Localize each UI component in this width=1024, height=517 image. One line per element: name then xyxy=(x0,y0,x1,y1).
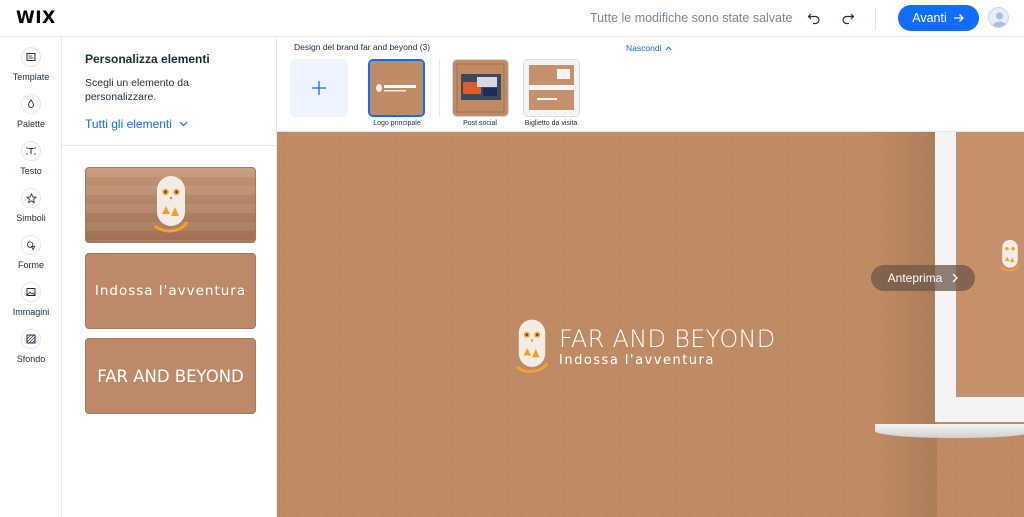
next-button[interactable]: Avanti xyxy=(898,5,979,31)
rail-item-images[interactable]: Immagini xyxy=(0,282,62,326)
rail-item-shapes[interactable]: Forme xyxy=(0,235,62,279)
plus-icon xyxy=(312,81,326,95)
panel-title: Personalizza elementi xyxy=(85,52,210,66)
element-card-logo[interactable] xyxy=(85,167,256,243)
owl-logo-icon xyxy=(516,319,549,373)
chevron-right-icon xyxy=(952,273,959,283)
rail-item-template[interactable]: Template xyxy=(0,47,62,91)
top-bar: WIX Tutte le modifiche sono state salvat… xyxy=(0,0,1024,37)
chevron-up-icon xyxy=(665,45,672,50)
save-status: Tutte le modifiche sono state salvate xyxy=(590,11,793,25)
undo-icon[interactable] xyxy=(804,8,824,28)
card-tagline-text: Indossa l'avventura xyxy=(94,283,247,299)
brand-tagline: Indossa l'avventura xyxy=(559,353,715,368)
panel-description: Scegli un elemento da personalizzare. xyxy=(85,77,189,103)
logo-thumbnail-image xyxy=(370,61,423,115)
element-card-tagline[interactable]: Indossa l'avventura xyxy=(85,253,256,329)
user-avatar[interactable] xyxy=(988,7,1009,28)
strip-title: Design del brand far and beyond (3) xyxy=(294,42,431,52)
design-thumb-label: Biglietto da visita xyxy=(524,120,578,127)
element-card-brand-name[interactable]: FAR AND BEYOND xyxy=(85,338,256,414)
rail-item-text[interactable]: Testo xyxy=(0,141,62,185)
preview-button[interactable]: Anteprima xyxy=(871,265,975,291)
mockup-tray xyxy=(875,424,1024,438)
hide-label: Nascondi xyxy=(626,43,662,53)
next-button-label: Avanti xyxy=(912,11,947,25)
rail-item-symbols[interactable]: Simboli xyxy=(0,188,62,232)
rail-label: Template xyxy=(12,72,50,82)
strip-divider xyxy=(439,59,440,117)
star-icon xyxy=(21,188,41,208)
rail-label: Testo xyxy=(20,166,42,176)
rail-label: Simboli xyxy=(16,213,46,223)
wix-logo[interactable]: WIX xyxy=(16,8,56,28)
preview-label: Anteprima xyxy=(887,271,943,285)
all-elements-label: Tutti gli elementi xyxy=(85,117,172,131)
canvas-shadow xyxy=(877,132,937,517)
owl-logo-icon xyxy=(153,176,188,233)
mockup-frame-inner xyxy=(956,132,1024,397)
business-card-thumbnail-image xyxy=(524,60,579,116)
design-thumb-business-card[interactable] xyxy=(523,59,580,117)
design-strip: Design del brand far and beyond (3) Nasc… xyxy=(277,37,1024,132)
panel-divider xyxy=(62,145,277,146)
customize-panel: Personalizza elementi Scegli un elemento… xyxy=(62,37,277,517)
arrow-right-icon xyxy=(953,14,964,22)
rail-label: Palette xyxy=(16,119,46,129)
card-brand-name-text: FAR AND BEYOND xyxy=(97,366,244,386)
text-icon xyxy=(21,141,41,161)
redo-icon[interactable] xyxy=(838,8,858,28)
rail-label: Forme xyxy=(17,260,44,270)
social-thumbnail-image xyxy=(453,60,508,116)
brand-name: FAR AND BEYOND xyxy=(559,325,776,353)
design-thumb-label: Logo principale xyxy=(373,120,421,127)
tools-rail: Template Palette Testo Simboli Forme Imm… xyxy=(0,37,62,517)
brand-logo[interactable]: FAR AND BEYOND Indossa l'avventura xyxy=(515,317,776,377)
rail-item-palette[interactable]: Palette xyxy=(0,94,62,138)
template-icon xyxy=(21,47,41,67)
all-elements-dropdown[interactable]: Tutti gli elementi xyxy=(85,117,188,131)
hide-button[interactable]: Nascondi xyxy=(626,43,672,53)
rail-label: Sfondo xyxy=(16,354,46,364)
chevron-down-icon xyxy=(179,121,188,127)
palette-icon xyxy=(21,94,41,114)
design-thumb-social[interactable] xyxy=(452,59,509,117)
design-canvas[interactable]: Anteprima FAR AND BEYOND Indossa l'avven… xyxy=(277,132,1024,517)
owl-logo-icon xyxy=(1000,239,1020,272)
design-thumb-logo[interactable] xyxy=(368,59,425,117)
rail-item-background[interactable]: Sfondo xyxy=(0,329,62,373)
rail-label: Immagini xyxy=(12,307,50,317)
image-icon xyxy=(21,282,41,302)
design-thumb-label: Post social xyxy=(463,120,497,127)
toolbar-divider xyxy=(875,8,876,30)
shapes-icon xyxy=(21,235,41,255)
background-icon xyxy=(21,329,41,349)
add-design-button[interactable] xyxy=(290,59,348,117)
